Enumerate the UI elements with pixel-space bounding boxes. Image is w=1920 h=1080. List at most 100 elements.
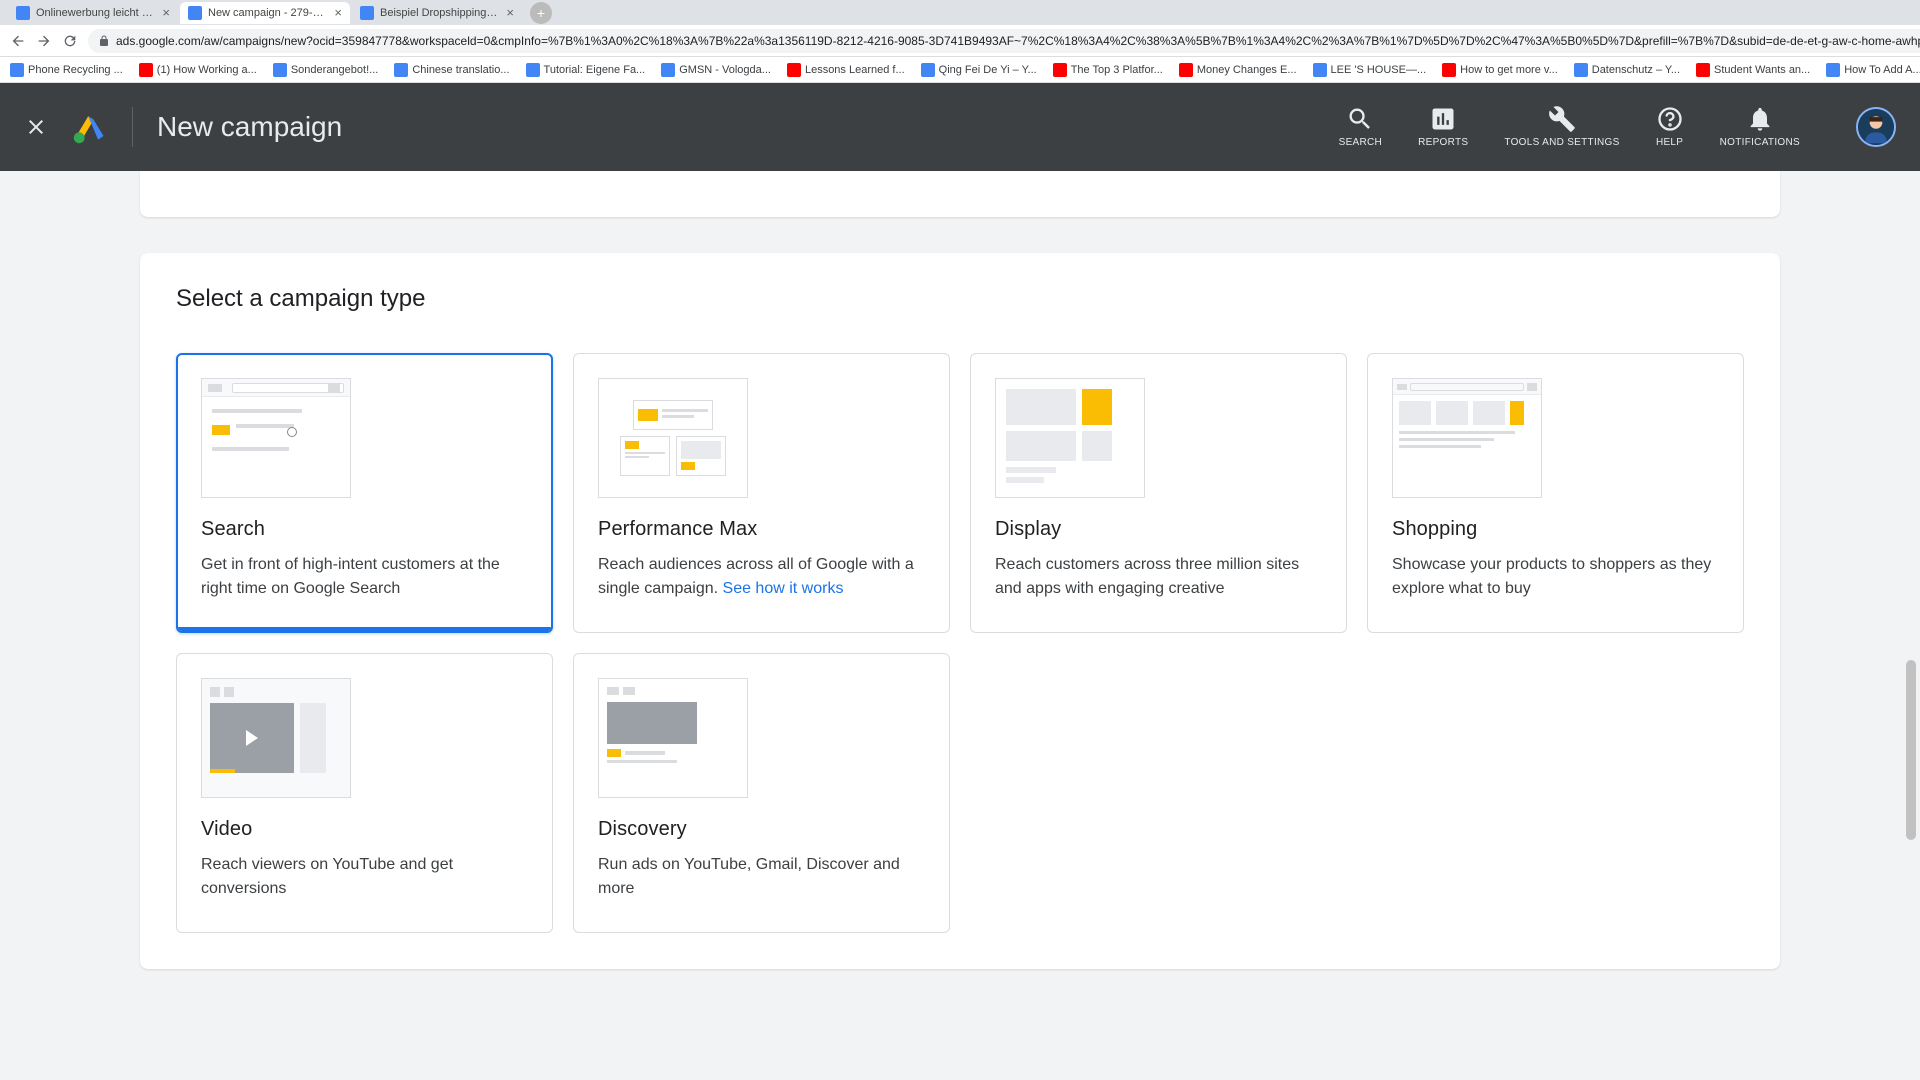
url-text: ads.google.com/aw/campaigns/new?ocid=359…	[116, 34, 1920, 48]
card-description: Showcase your products to shoppers as th…	[1392, 553, 1719, 601]
bookmarks-bar: Phone Recycling ... (1) How Working a...…	[0, 57, 1920, 83]
campaign-card-search[interactable]: Search Get in front of high-intent custo…	[176, 353, 553, 633]
new-tab-button[interactable]: +	[530, 2, 552, 24]
close-icon[interactable]: ×	[162, 5, 170, 20]
search-icon	[1346, 105, 1374, 133]
campaign-card-shopping[interactable]: Shopping Showcase your products to shopp…	[1367, 353, 1744, 633]
campaign-card-display[interactable]: Display Reach customers across three mil…	[970, 353, 1347, 633]
url-bar[interactable]: ads.google.com/aw/campaigns/new?ocid=359…	[88, 29, 1920, 53]
notifications-button[interactable]: NOTIFICATIONS	[1720, 105, 1800, 149]
browser-toolbar: ads.google.com/aw/campaigns/new?ocid=359…	[0, 25, 1920, 57]
campaign-card-video[interactable]: Video Reach viewers on YouTube and get c…	[176, 653, 553, 933]
help-button[interactable]: HELP	[1656, 105, 1684, 149]
campaign-card-performance-max[interactable]: Performance Max Reach audiences across a…	[573, 353, 950, 633]
bookmark-item[interactable]: Phone Recycling ...	[10, 63, 123, 77]
bookmark-item[interactable]: (1) How Working a...	[139, 63, 257, 77]
card-description: Reach viewers on YouTube and get convers…	[201, 853, 528, 901]
card-description: Run ads on YouTube, Gmail, Discover and …	[598, 853, 925, 901]
bookmark-icon	[921, 63, 935, 77]
bookmark-label: Money Changes E...	[1197, 64, 1297, 76]
bookmark-icon	[1826, 63, 1840, 77]
header-action-label: SEARCH	[1339, 137, 1382, 149]
reload-icon[interactable]	[62, 33, 78, 49]
tab-favicon	[16, 6, 30, 20]
bookmark-item[interactable]: Money Changes E...	[1179, 63, 1297, 77]
bookmark-item[interactable]: Student Wants an...	[1696, 63, 1810, 77]
card-description: Reach audiences across all of Google wit…	[598, 553, 925, 601]
bookmark-item[interactable]: How To Add A...	[1826, 63, 1920, 77]
campaign-type-grid: Search Get in front of high-intent custo…	[176, 353, 1744, 933]
bookmark-icon	[394, 63, 408, 77]
header-action-label: NOTIFICATIONS	[1720, 137, 1800, 149]
tab-favicon	[188, 6, 202, 20]
card-title: Video	[201, 818, 528, 841]
forward-icon[interactable]	[36, 33, 52, 49]
bookmark-item[interactable]: How to get more v...	[1442, 63, 1558, 77]
card-title: Shopping	[1392, 518, 1719, 541]
bookmark-item[interactable]: LEE 'S HOUSE—...	[1313, 63, 1427, 77]
bookmark-label: Chinese translatio...	[412, 64, 509, 76]
card-description: Get in front of high-intent customers at…	[201, 553, 528, 601]
app-header: New campaign SEARCH REPORTS TOOLS AND SE…	[0, 83, 1920, 171]
browser-tab-active[interactable]: New campaign - 279-560-186 ×	[180, 2, 350, 24]
tab-favicon	[360, 6, 374, 20]
search-button[interactable]: SEARCH	[1339, 105, 1382, 149]
bookmark-icon	[273, 63, 287, 77]
bookmark-item[interactable]: Sonderangebot!...	[273, 63, 378, 77]
page-content: Select a campaign type Search Get in fr	[0, 171, 1920, 969]
bookmark-label: How To Add A...	[1844, 64, 1920, 76]
close-icon[interactable]: ×	[506, 5, 514, 20]
bookmark-label: Student Wants an...	[1714, 64, 1810, 76]
bookmark-icon	[1179, 63, 1193, 77]
tab-title: New campaign - 279-560-186	[208, 7, 328, 19]
header-action-label: HELP	[1656, 137, 1683, 149]
scrollbar-thumb[interactable]	[1906, 660, 1916, 840]
bookmark-icon	[1442, 63, 1456, 77]
discovery-illustration	[598, 678, 748, 798]
see-how-link[interactable]: See how it works	[723, 580, 844, 597]
bookmark-item[interactable]: The Top 3 Platfor...	[1053, 63, 1163, 77]
header-divider	[132, 107, 133, 147]
close-button[interactable]	[24, 115, 48, 139]
browser-tab[interactable]: Beispiel Dropshipping Store ×	[352, 2, 522, 24]
bookmark-icon	[139, 63, 153, 77]
bookmark-label: Phone Recycling ...	[28, 64, 123, 76]
bookmark-label: Lessons Learned f...	[805, 64, 905, 76]
card-title: Display	[995, 518, 1322, 541]
google-ads-logo-icon	[72, 109, 108, 145]
bookmark-item[interactable]: Tutorial: Eigene Fa...	[526, 63, 646, 77]
tab-title: Onlinewerbung leicht gemacht	[36, 7, 156, 19]
close-icon[interactable]: ×	[334, 5, 342, 20]
bookmark-label: Qing Fei De Yi – Y...	[939, 64, 1037, 76]
bookmark-icon	[787, 63, 801, 77]
tools-settings-button[interactable]: TOOLS AND SETTINGS	[1504, 105, 1619, 149]
help-icon	[1656, 105, 1684, 133]
profile-avatar[interactable]	[1856, 107, 1896, 147]
card-title: Performance Max	[598, 518, 925, 541]
bookmark-item[interactable]: Datenschutz – Y...	[1574, 63, 1680, 77]
bookmark-item[interactable]: Lessons Learned f...	[787, 63, 905, 77]
reports-button[interactable]: REPORTS	[1418, 105, 1468, 149]
back-icon[interactable]	[10, 33, 26, 49]
bookmark-label: Datenschutz – Y...	[1592, 64, 1680, 76]
browser-tab[interactable]: Onlinewerbung leicht gemacht ×	[8, 2, 178, 24]
card-description: Reach customers across three million sit…	[995, 553, 1322, 601]
shopping-illustration	[1392, 378, 1542, 498]
bookmark-icon	[10, 63, 24, 77]
card-title: Search	[201, 518, 528, 541]
wrench-icon	[1548, 105, 1576, 133]
bookmark-label: How to get more v...	[1460, 64, 1558, 76]
card-title: Discovery	[598, 818, 925, 841]
bookmark-icon	[1574, 63, 1588, 77]
scrollbar[interactable]	[1904, 170, 1918, 1080]
bookmark-icon	[661, 63, 675, 77]
header-action-label: TOOLS AND SETTINGS	[1504, 137, 1619, 149]
bookmark-item[interactable]: Chinese translatio...	[394, 63, 509, 77]
bookmark-label: GMSN - Vologda...	[679, 64, 771, 76]
video-illustration	[201, 678, 351, 798]
bookmark-icon	[1053, 63, 1067, 77]
bookmark-item[interactable]: Qing Fei De Yi – Y...	[921, 63, 1037, 77]
bookmark-item[interactable]: GMSN - Vologda...	[661, 63, 771, 77]
bookmark-label: Sonderangebot!...	[291, 64, 378, 76]
campaign-card-discovery[interactable]: Discovery Run ads on YouTube, Gmail, Dis…	[573, 653, 950, 933]
